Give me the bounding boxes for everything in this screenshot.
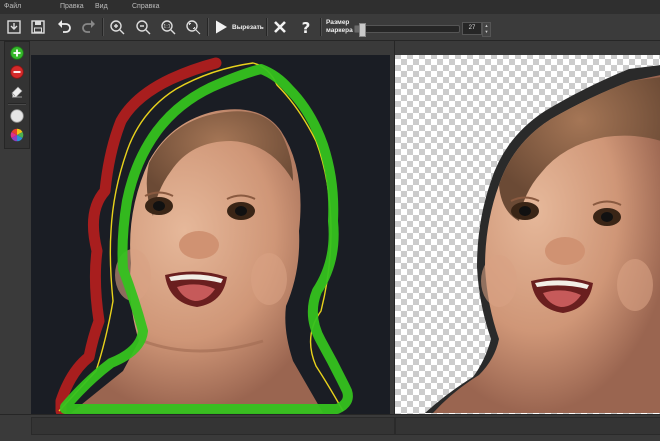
help-icon[interactable]: ?: [296, 17, 316, 37]
minus-circle-icon[interactable]: [7, 63, 27, 81]
undo-icon[interactable]: [54, 17, 74, 37]
toolbar-separator: [266, 18, 268, 36]
plus-circle-icon[interactable]: [7, 44, 27, 62]
side-toolbar: [4, 41, 30, 149]
menu-view[interactable]: Вид: [95, 3, 108, 10]
menu-bar: Файл Правка Вид Справка: [0, 0, 660, 14]
zoom-actual-icon[interactable]: 1:1: [158, 17, 178, 37]
source-image-canvas[interactable]: [31, 41, 393, 417]
play-icon[interactable]: [211, 17, 231, 37]
redo-icon[interactable]: [79, 17, 99, 37]
toolbar-separator: [320, 18, 322, 36]
color-wheel-icon[interactable]: [7, 126, 27, 144]
result-preview-panel: [394, 41, 660, 414]
source-image-panel: [31, 41, 393, 417]
eraser-icon[interactable]: [7, 82, 27, 100]
zoom-out-icon[interactable]: [133, 17, 153, 37]
toolbar-separator: [207, 18, 209, 36]
menu-help[interactable]: Справка: [132, 3, 159, 10]
menu-edit[interactable]: Правка: [60, 3, 84, 10]
marker-size-slider-thumb[interactable]: [359, 23, 367, 37]
result-preview-canvas[interactable]: [395, 41, 660, 414]
marker-size-input[interactable]: 27: [462, 22, 482, 35]
source-horizontal-scrollbar[interactable]: [31, 417, 395, 435]
white-circle-icon[interactable]: [7, 107, 27, 125]
close-icon[interactable]: [270, 17, 290, 37]
toolbar-separator: [102, 18, 104, 36]
svg-text:?: ?: [302, 19, 311, 35]
save-icon[interactable]: [28, 17, 48, 37]
marker-size-slider[interactable]: [354, 23, 460, 37]
svg-text:1:1: 1:1: [163, 24, 170, 30]
menu-file[interactable]: Файл: [4, 3, 21, 10]
side-toolbar-separator: [8, 103, 26, 105]
cut-button-label[interactable]: Вырезать: [232, 24, 264, 31]
result-horizontal-scrollbar[interactable]: [395, 417, 660, 435]
zoom-fit-icon[interactable]: [183, 17, 203, 37]
toolbar: 1:1 Вырезать ? Размер маркера 27 ▲ ▼: [0, 14, 660, 41]
marker-size-spinner[interactable]: ▲ ▼: [482, 22, 491, 37]
zoom-in-icon[interactable]: [107, 17, 127, 37]
open-file-icon[interactable]: [4, 17, 24, 37]
